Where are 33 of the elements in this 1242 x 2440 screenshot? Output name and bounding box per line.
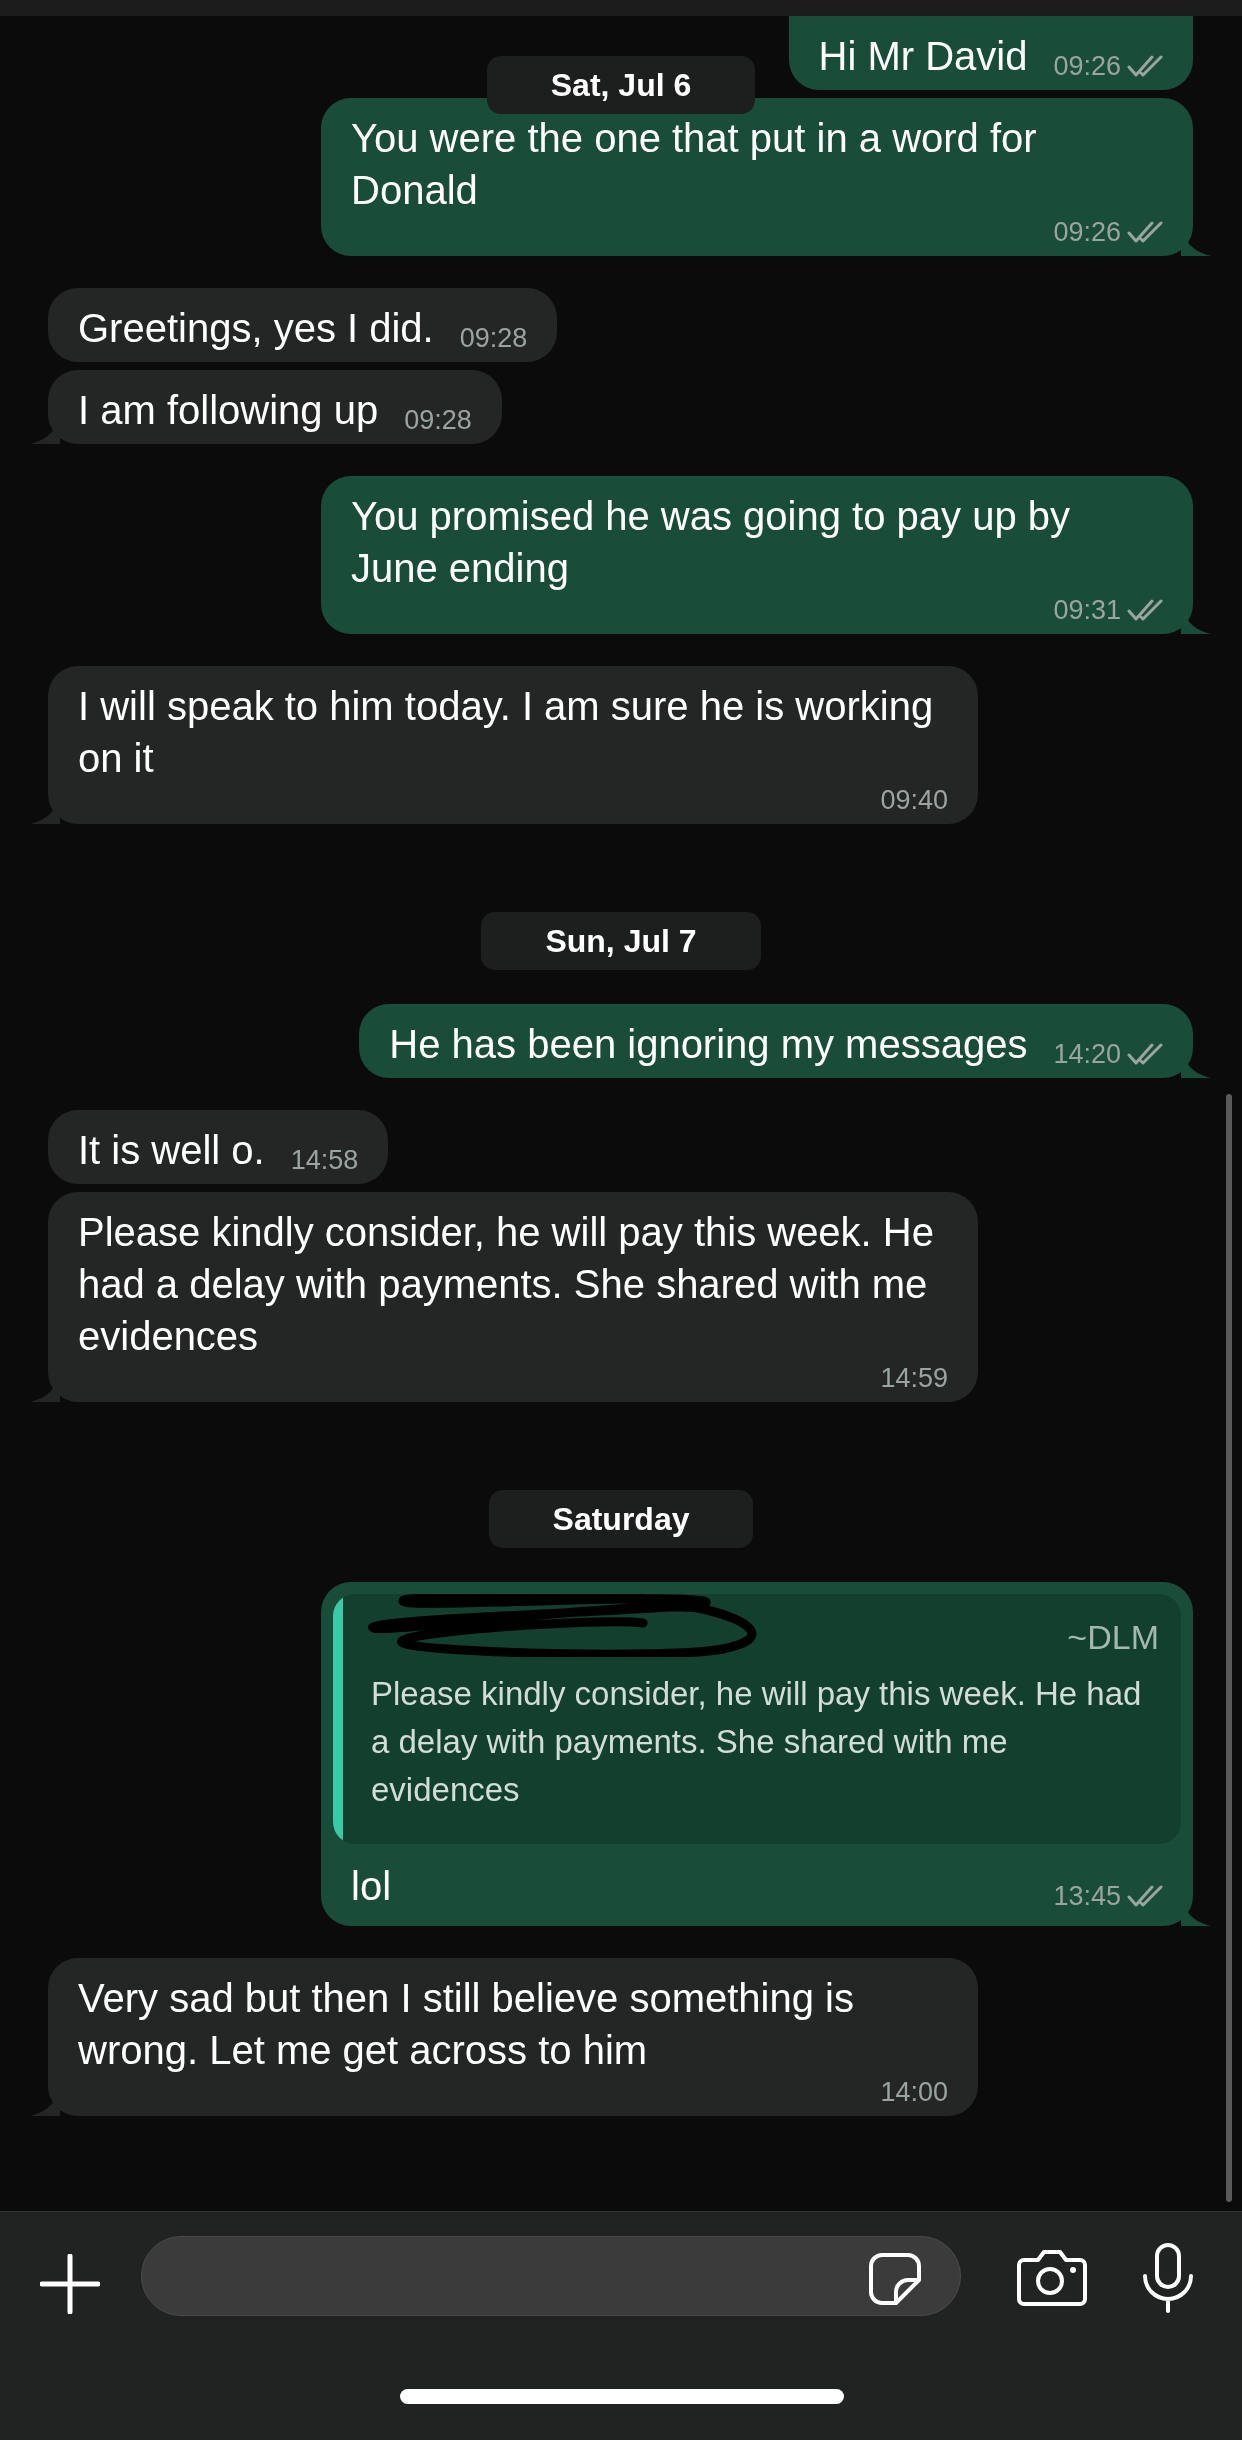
camera-icon[interactable]	[1016, 2248, 1088, 2308]
message-text: I am following up	[78, 387, 379, 434]
microphone-icon[interactable]	[1140, 2242, 1196, 2314]
timestamp: 09:31	[1053, 593, 1121, 627]
sender-name: ~DLM	[1067, 1616, 1159, 1658]
date-label: Saturday	[488, 1490, 754, 1548]
message-text: You promised he was going to pay up by June ending	[351, 493, 1071, 592]
timestamp: 09:28	[459, 321, 528, 355]
scrollbar[interactable]	[1226, 1094, 1232, 2202]
sticker-icon[interactable]	[868, 2252, 922, 2306]
message-text: Please kindly consider, he will pay this week. He had a delay with payments. She shared with me evidences	[78, 1209, 935, 1360]
date-label: Sat, Jul 6	[486, 56, 756, 114]
timestamp: 14:00	[880, 2075, 948, 2109]
quoted-message[interactable]: ~DLM Please kindly consider, he will pay this week. He had a delay with payments. She shared with me evidences	[333, 1594, 1181, 1844]
timestamp: 09:26	[1053, 215, 1121, 249]
timestamp: 09:26	[1053, 49, 1121, 83]
message-text: lol	[351, 1863, 392, 1910]
message-text: Very sad but then I still believe something is wrong. Let me get across to him	[78, 1975, 855, 2074]
quoted-text: Please kindly consider, he will pay this week. He had a delay with payments. She shared with me evidences	[371, 1674, 1143, 1810]
timestamp: 14:20	[1053, 1037, 1121, 1071]
message-text: Greetings, yes I did.	[78, 305, 434, 352]
message-text: You were the one that put in a word for Donald	[351, 115, 1038, 214]
message-text: It is well o.	[78, 1127, 265, 1174]
timestamp: 14:59	[880, 1361, 948, 1395]
message-text: He has been ignoring my messages	[389, 1021, 1028, 1068]
timestamp: 09:40	[880, 783, 948, 817]
message-text: Hi Mr David	[818, 33, 1028, 80]
date-label: Sun, Jul 7	[481, 912, 761, 970]
message-text: I will speak to him today. I am sure he is working on it	[78, 683, 935, 782]
timestamp: 14:58	[290, 1143, 359, 1177]
timestamp: 09:28	[404, 403, 472, 437]
add-icon[interactable]	[40, 2254, 100, 2314]
timestamp: 13:45	[1053, 1879, 1121, 1913]
